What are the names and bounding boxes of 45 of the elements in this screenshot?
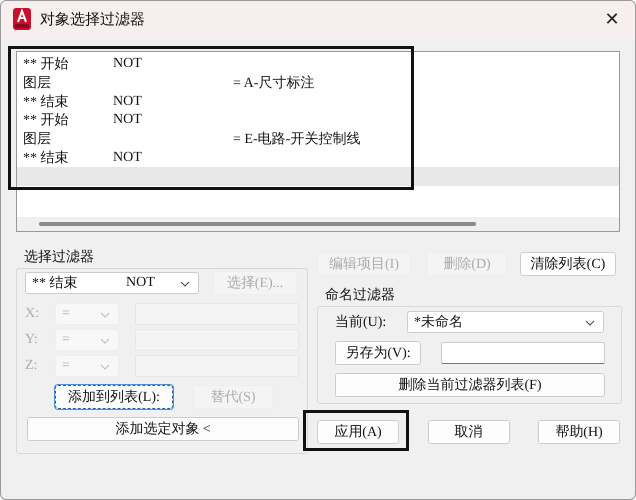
list-cell-text: NOT: [113, 94, 143, 110]
coordinate-label: X:: [25, 306, 40, 322]
list-row[interactable]: ** 开始 NOT: [17, 111, 619, 130]
chevron-down-icon: [100, 338, 110, 344]
filter-dropdown[interactable]: ** 结束 NOT: [25, 272, 199, 294]
name-field[interactable]: [441, 342, 605, 364]
add-to-list-button[interactable]: 添加到列表(L):: [55, 385, 173, 409]
close-button[interactable]: ✕: [589, 1, 635, 37]
list-cell: = A-尺寸标注: [233, 74, 314, 92]
list-row[interactable]: ** 结束 NOT: [17, 148, 619, 168]
list-cell-text: ** 开始: [23, 56, 70, 74]
chevron-down-icon: [100, 364, 110, 370]
coordinate-label: Y:: [25, 332, 39, 348]
list-cell-text: ** 结束: [23, 150, 70, 167]
group-title: 命名过滤器: [325, 288, 396, 304]
save-as-button[interactable]: 另存为(V):: [335, 341, 421, 365]
dialog-button[interactable]: 取消: [428, 420, 510, 444]
current-label: 当前(U):: [335, 314, 388, 331]
list-row[interactable]: 图层 = A-尺寸标注: [17, 74, 619, 92]
list-cell-text: NOT: [113, 56, 143, 72]
chevron-down-icon: [180, 281, 190, 287]
list-cell-text: ** 开始: [23, 112, 70, 130]
list-row[interactable]: 图层 = E-电路-开关控制线: [17, 130, 619, 148]
list-action-button[interactable]: 清除列表(C): [520, 252, 616, 276]
list-cell-text: 图层: [23, 75, 52, 92]
dialog-button[interactable]: 应用(A): [317, 420, 399, 444]
list-cell: = E-电路-开关控制线: [233, 130, 360, 148]
dialog-button[interactable]: 帮助(H): [538, 420, 620, 444]
list-row[interactable]: ** 结束 NOT: [17, 92, 619, 112]
horizontal-scrollbar[interactable]: [17, 217, 619, 231]
list-cell-text: ** 结束: [23, 94, 70, 111]
chevron-down-icon: [100, 312, 110, 318]
delete-filter-list-button[interactable]: 删除当前过滤器列表(F): [335, 373, 605, 397]
named-filter-dropdown[interactable]: *未命名: [407, 311, 604, 333]
list-cell-text: NOT: [113, 112, 143, 128]
list-cell-text: NOT: [113, 150, 143, 166]
coordinate-label: Z:: [25, 358, 38, 374]
app-logo-icon: [13, 8, 31, 30]
group-title: 选择过滤器: [24, 250, 95, 266]
add-selected-objects-button[interactable]: 添加选定对象 <: [27, 417, 299, 441]
list-row[interactable]: [17, 167, 619, 186]
window-title: 对象选择过滤器: [40, 10, 146, 28]
list-row[interactable]: ** 开始 NOT: [17, 55, 619, 74]
list-cell-text: 图层: [23, 131, 52, 148]
chevron-down-icon: [585, 320, 595, 326]
